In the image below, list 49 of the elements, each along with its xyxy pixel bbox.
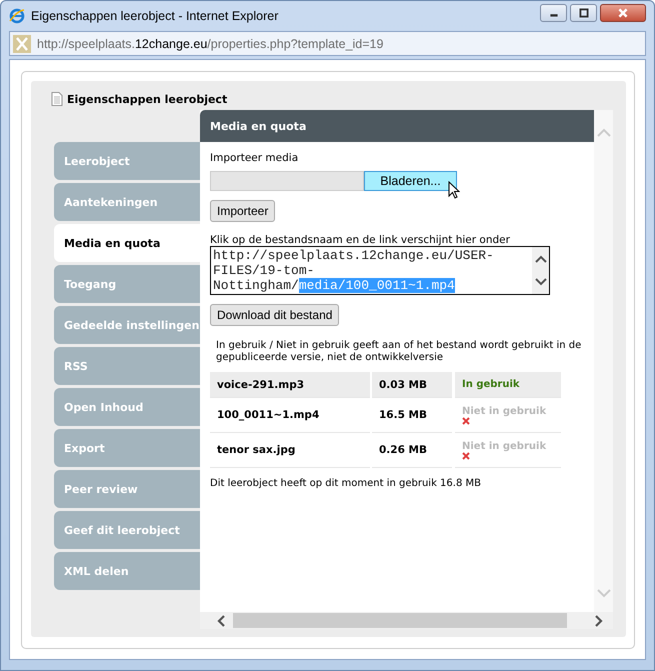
sidebar-tab[interactable]: Toegang [54,265,200,303]
site-tools-icon [13,34,31,52]
maximize-button[interactable] [570,4,597,22]
import-button[interactable]: Importeer [210,200,276,222]
sidebar-tab[interactable]: Media en quota [54,224,200,262]
scroll-left-icon[interactable] [217,614,225,626]
file-size-cell: 16.5 MB [372,398,452,433]
sidebar-tab[interactable]: RSS [54,347,200,385]
sidebar-tab[interactable]: Peer review [54,470,200,508]
window-title: Eigenschappen leerobject - Internet Explorer [31,9,278,23]
usage-status: Niet in gebruik [462,406,546,416]
total-usage-text: Dit leerobject heeft op dit moment in gebruik 16.8 MB [210,478,482,489]
download-button[interactable]: Download dit bestand [210,304,340,326]
close-icon [617,8,629,18]
sidebar-tab[interactable]: Geef dit leerobject [54,511,200,549]
usage-status: In gebruik [462,379,520,390]
cross-icon [462,452,470,460]
link-text-area[interactable]: http://speelplaats.12change.eu/USER-FILES/19-tom-Nottingham/media/100_0011~1.mp4 [210,246,550,295]
sidebar-tab[interactable]: Open Inhoud [54,388,200,426]
file-size-cell: 0.26 MB [372,433,452,468]
browse-button[interactable]: Bladeren... [364,171,457,191]
mouse-cursor-icon [448,181,460,199]
page-title: Eigenschappen leerobject [67,92,228,106]
sidebar-tab[interactable]: Export [54,429,200,467]
scroll-down-icon[interactable] [534,278,546,286]
scroll-up-icon[interactable] [534,254,546,263]
import-label: Importeer media [210,152,300,164]
sidebar-tab[interactable]: Leerobject [54,142,200,180]
document-icon [51,92,63,106]
usage-note: In gebruik / Niet in gebruik geeft aan of het bestand wordt gebruikt in de gepubliceerde versie, niet de ontwikkelversie [216,340,582,364]
browser-logo-icon [9,8,25,24]
maximize-icon [578,8,590,18]
file-name-cell[interactable]: voice-291.mp3 [210,372,370,398]
link-label: Klik op de bestandsnaam en de link verschijnt hier onder [210,234,511,246]
sidebar-tab[interactable]: Gedeelde instellingen [54,306,200,344]
file-path-field[interactable] [210,171,364,191]
file-name-cell[interactable]: 100_0011~1.mp4 [210,398,370,433]
scrollbar-thumb[interactable] [233,613,567,628]
sidebar-tab[interactable]: XML delen [54,552,200,590]
sidebar-tab[interactable]: Aantekeningen [54,183,200,221]
file-size-cell: 0.03 MB [372,372,452,398]
minimize-button[interactable] [540,4,567,22]
cross-icon [462,416,470,424]
scroll-right-icon[interactable] [595,614,603,626]
close-button[interactable] [600,4,646,22]
panel-header: Media en quota [200,110,594,142]
file-name-cell[interactable]: tenor sax.jpg [210,433,370,468]
address-text: http://speelplaats.12change.eu/properties.php?template_id=19 [37,36,384,50]
usage-status: Niet in gebruik [462,440,546,452]
